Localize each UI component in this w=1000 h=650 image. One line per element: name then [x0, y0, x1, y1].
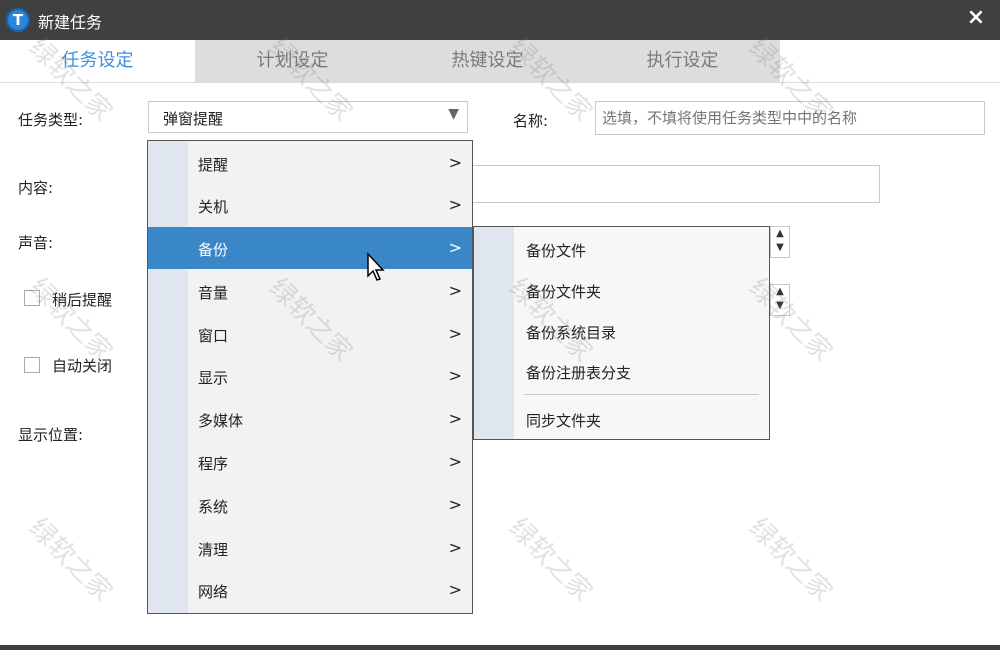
submenu-item-label: 同步文件夹: [526, 412, 602, 430]
menu-item-label: 关机: [198, 198, 229, 216]
menu-item-program[interactable]: 程序 >: [148, 441, 472, 483]
watermark: 绿软之家: [22, 512, 118, 608]
watermark: 绿软之家: [742, 512, 838, 608]
chevron-right-icon: >: [448, 580, 462, 599]
chevron-right-icon: >: [448, 366, 462, 385]
tab-bar: 任务设定 计划设定 热键设定 执行设定: [0, 40, 1000, 83]
close-button[interactable]: ×: [964, 4, 988, 32]
menu-item-label: 多媒体: [198, 412, 244, 430]
menu-item-volume[interactable]: 音量 >: [148, 270, 472, 312]
tab-execute-settings[interactable]: 执行设定: [585, 40, 780, 82]
app-logo-icon: T: [6, 8, 30, 32]
sound-label: 声音:: [18, 234, 54, 252]
submenu-item-label: 备份文件夹: [526, 283, 602, 301]
submenu-item-backup-folder[interactable]: 备份文件夹: [474, 270, 769, 310]
chevron-right-icon: >: [448, 538, 462, 557]
menu-item-label: 网络: [198, 583, 229, 601]
watermark: 绿软之家: [22, 272, 118, 368]
menu-item-label: 音量: [198, 284, 229, 302]
title-bar: T 新建任务 ×: [0, 0, 1000, 40]
backup-submenu: 备份文件 备份文件夹 备份系统目录 备份注册表分支 同步文件夹: [473, 226, 770, 440]
task-type-select[interactable]: 弹窗提醒 ▼: [148, 101, 468, 133]
submenu-item-backup-file[interactable]: 备份文件: [474, 229, 769, 269]
chevron-right-icon: >: [448, 281, 462, 300]
menu-item-remind[interactable]: 提醒 >: [148, 142, 472, 184]
name-label: 名称:: [513, 112, 549, 130]
submenu-separator: [524, 394, 759, 395]
menu-item-system[interactable]: 系统 >: [148, 484, 472, 526]
submenu-item-label: 备份文件: [526, 242, 587, 260]
menu-item-window[interactable]: 窗口 >: [148, 313, 472, 355]
menu-item-cleanup[interactable]: 清理 >: [148, 527, 472, 569]
later-remind-spinner[interactable]: ▲ ▼: [770, 284, 790, 316]
dropdown-arrow-icon: ▼: [448, 106, 459, 122]
content-label: 内容:: [18, 179, 54, 197]
later-remind-checkbox[interactable]: [24, 290, 40, 306]
menu-item-label: 系统: [198, 498, 229, 516]
task-type-value: 弹窗提醒: [163, 110, 224, 128]
submenu-item-backup-system-dir[interactable]: 备份系统目录: [474, 311, 769, 351]
menu-item-shutdown[interactable]: 关机 >: [148, 184, 472, 226]
menu-item-multimedia[interactable]: 多媒体 >: [148, 398, 472, 440]
menu-item-network[interactable]: 网络 >: [148, 569, 472, 611]
auto-close-checkbox[interactable]: [24, 357, 40, 373]
menu-item-label: 窗口: [198, 327, 229, 345]
menu-item-backup[interactable]: 备份 >: [148, 227, 472, 269]
chevron-right-icon: >: [448, 409, 462, 428]
bottom-edge: [0, 645, 1000, 650]
chevron-right-icon: >: [448, 324, 462, 343]
submenu-item-backup-registry[interactable]: 备份注册表分支: [474, 351, 769, 391]
submenu-item-label: 备份系统目录: [526, 324, 617, 342]
watermark: 绿软之家: [502, 512, 598, 608]
auto-close-label: 自动关闭: [52, 357, 113, 375]
chevron-right-icon: >: [448, 153, 462, 172]
menu-item-label: 提醒: [198, 156, 229, 174]
submenu-item-sync-folder[interactable]: 同步文件夹: [474, 399, 769, 439]
sound-spinner[interactable]: ▲ ▼: [770, 226, 790, 258]
later-remind-label: 稍后提醒: [52, 291, 113, 309]
content-input[interactable]: [470, 165, 880, 203]
display-position-label: 显示位置:: [18, 426, 84, 444]
tab-hotkey-settings[interactable]: 热键设定: [390, 40, 585, 82]
menu-item-label: 显示: [198, 369, 229, 387]
chevron-right-icon: >: [448, 195, 462, 214]
chevron-right-icon: >: [448, 495, 462, 514]
window-title: 新建任务: [38, 13, 103, 32]
task-type-menu: 提醒 > 关机 > 备份 > 音量 > 窗口 > 显示 > 多媒体 > 程序 >…: [147, 140, 473, 614]
chevron-right-icon: >: [448, 452, 462, 471]
submenu-item-label: 备份注册表分支: [526, 364, 632, 382]
tab-bar-filler: [780, 40, 1000, 82]
chevron-right-icon: >: [448, 238, 462, 257]
tab-schedule-settings[interactable]: 计划设定: [195, 40, 390, 82]
menu-item-label: 程序: [198, 455, 229, 473]
menu-item-display[interactable]: 显示 >: [148, 355, 472, 397]
menu-item-label: 清理: [198, 541, 229, 559]
menu-item-label: 备份: [198, 241, 229, 259]
tab-task-settings[interactable]: 任务设定: [0, 40, 195, 82]
mouse-pointer-icon: [367, 252, 385, 281]
name-input[interactable]: [595, 101, 985, 135]
task-type-label: 任务类型:: [18, 111, 84, 129]
